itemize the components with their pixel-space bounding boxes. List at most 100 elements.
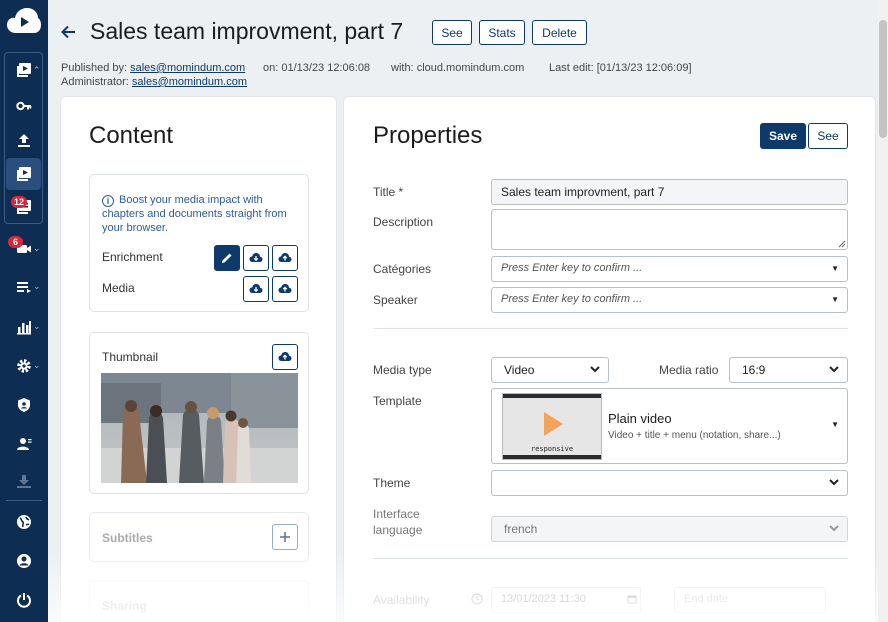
section-divider <box>373 558 848 559</box>
page-scrollbar[interactable] <box>878 0 888 622</box>
shield-icon <box>18 398 30 412</box>
sidebar-item-media[interactable]: ⌃ <box>0 54 48 86</box>
stats-button[interactable]: Stats <box>479 20 525 45</box>
template-select[interactable]: responsive Plain video Video + title + m… <box>491 388 848 464</box>
content-title: Content <box>89 122 174 149</box>
media-icon <box>17 167 31 181</box>
delete-button[interactable]: Delete <box>532 20 587 45</box>
theme-label: Theme <box>373 476 411 490</box>
enrichment-label: Enrichment <box>102 250 163 264</box>
scrollbar-thumb[interactable] <box>879 20 887 138</box>
sidebar-item-account[interactable] <box>0 545 48 577</box>
speaker-field[interactable]: Press Enter key to confirm ... ▼ <box>491 287 848 313</box>
categories-label: Catégories <box>373 262 432 276</box>
chevron-down-icon: ⌄ <box>33 243 41 253</box>
interface-language-label-1: Interface <box>373 507 420 521</box>
on-label: on: <box>263 62 279 74</box>
clock-icon <box>471 593 483 605</box>
sidebar-item-settings[interactable]: ⌄ <box>0 350 48 382</box>
download-enrichment-button[interactable] <box>243 245 269 271</box>
sidebar-item-security[interactable] <box>0 389 48 421</box>
categories-placeholder: Press Enter key to confirm ... <box>501 262 643 274</box>
sidebar-item-users[interactable] <box>0 428 48 460</box>
cloud-upload-icon <box>278 284 292 293</box>
resize-handle-icon[interactable] <box>838 240 846 248</box>
key-icon <box>16 101 32 111</box>
properties-see-button[interactable]: See <box>808 123 848 149</box>
sidebar-item-lists[interactable]: ⌄ <box>0 271 48 303</box>
see-button[interactable]: See <box>432 20 472 45</box>
upload-thumbnail-button[interactable] <box>272 344 298 370</box>
thumbnail-image <box>101 373 298 483</box>
sidebar-item-logout[interactable] <box>0 584 48 616</box>
template-label: Template <box>373 394 422 408</box>
sidebar-item-downloads[interactable] <box>0 465 48 497</box>
interface-language-label-2: language <box>373 523 423 537</box>
description-label: Description <box>373 215 434 229</box>
sidebar-item-keys[interactable] <box>0 90 48 122</box>
categories-field[interactable]: Press Enter key to confirm ... ▼ <box>491 256 848 282</box>
gear-icon <box>17 359 31 373</box>
cloud-download-icon <box>249 253 263 262</box>
account-icon <box>17 554 31 568</box>
last-edit: Last edit: [01/13/23 12:06:09] <box>549 62 692 74</box>
chevron-down-icon: ⌄ <box>33 360 41 370</box>
pencil-icon <box>222 253 232 263</box>
sidebar-item-language[interactable] <box>0 506 48 538</box>
calendar-icon[interactable] <box>627 594 637 604</box>
with-value: cloud.momindum.com <box>416 62 525 74</box>
subtitles-panel: Subtitles <box>89 512 309 562</box>
admin-link[interactable]: sales@momindum.com <box>132 76 247 88</box>
description-field[interactable] <box>491 209 848 250</box>
speaker-label: Speaker <box>373 293 418 307</box>
publish-meta: Published by: sales@momindum.com <box>61 62 245 74</box>
interface-language-select[interactable]: french <box>491 516 848 542</box>
edit-enrichment-button[interactable] <box>214 245 240 271</box>
template-thumbnail: responsive <box>502 393 602 460</box>
availability-start-value: 13/01/2023 11:30 <box>501 593 586 605</box>
sidebar-item-library[interactable] <box>0 158 48 190</box>
interface-language-value: french <box>504 522 538 536</box>
template-thumb-label: responsive <box>531 445 573 453</box>
cloud-upload-icon <box>278 352 292 361</box>
properties-card: Properties Save See Title * Sales team i… <box>343 96 876 622</box>
media-ratio-value: 16:9 <box>742 363 766 377</box>
media-ratio-label: Media ratio <box>659 363 719 377</box>
caret-down-icon: ▼ <box>831 295 839 304</box>
chevron-down-icon <box>829 525 839 532</box>
cloud-upload-icon <box>278 253 292 262</box>
sidebar-item-stats[interactable]: ⌄ <box>0 311 48 343</box>
published-with: with: cloud.momindum.com <box>391 62 524 74</box>
properties-title: Properties <box>373 122 483 149</box>
sidebar-item-live[interactable]: ⌄ <box>0 233 48 265</box>
sidebar-item-upload[interactable] <box>0 124 48 156</box>
theme-select[interactable] <box>491 470 848 496</box>
upload-media-button[interactable] <box>272 276 298 302</box>
media-label: Media <box>102 281 135 295</box>
upload-icon <box>18 134 30 147</box>
chevron-down-icon <box>829 479 839 486</box>
title-label: Title * <box>373 185 404 199</box>
power-icon <box>17 593 31 608</box>
upload-enrichment-button[interactable] <box>272 245 298 271</box>
availability-start-field[interactable]: 13/01/2023 11:30 <box>491 587 641 613</box>
media-ratio-select[interactable]: 16:9 <box>729 357 848 383</box>
media-type-select[interactable]: Video <box>491 357 609 383</box>
cloud-logo-icon[interactable] <box>7 8 41 34</box>
sidebar-divider <box>6 500 42 501</box>
content-card: Content i Boost your media impact with ch… <box>60 96 337 622</box>
add-subtitles-button[interactable] <box>272 524 298 550</box>
title-field[interactable]: Sales team improvment, part 7 <box>491 179 848 205</box>
availability-end-field[interactable]: End date <box>674 587 826 613</box>
template-name: Plain video <box>608 411 672 426</box>
with-label: with: <box>391 62 414 74</box>
globe-icon <box>17 515 31 529</box>
chevron-down-icon <box>590 366 600 373</box>
save-button[interactable]: Save <box>760 123 806 149</box>
download-media-button[interactable] <box>243 276 269 302</box>
sidebar: ⌃ 12 ⌄ 6 ⌄ ⌄ ⌄ <box>0 0 48 622</box>
published-by-link[interactable]: sales@momindum.com <box>130 62 245 74</box>
back-arrow-icon[interactable] <box>60 23 78 41</box>
chevron-down-icon: ⌄ <box>33 321 41 331</box>
chart-icon <box>17 321 31 335</box>
